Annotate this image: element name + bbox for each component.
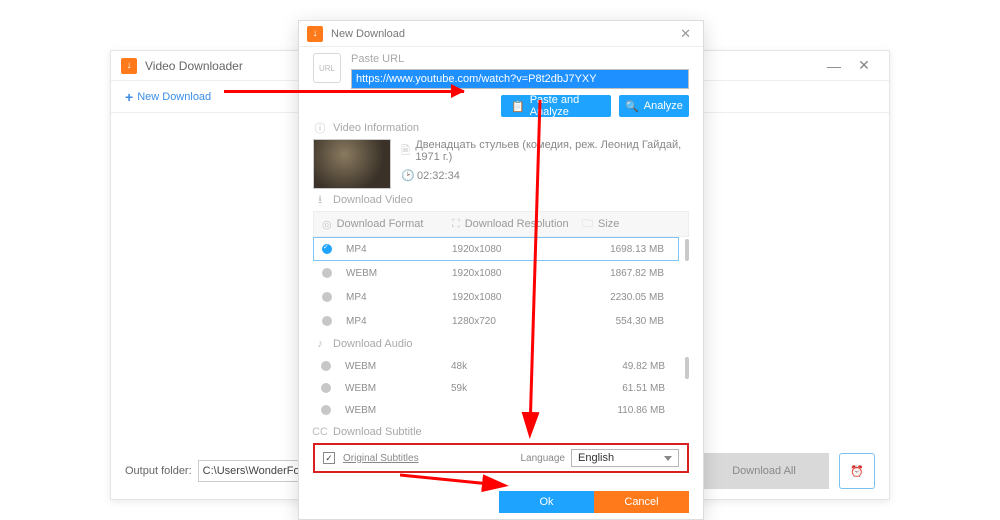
- modal-close-button[interactable]: ✕: [676, 26, 695, 42]
- video-thumbnail: Двенадцать стульев: [313, 139, 391, 189]
- ok-button[interactable]: Ok: [499, 491, 594, 513]
- download-subtitle-label: Download Subtitle: [333, 426, 422, 438]
- format-cell: MP4: [346, 292, 452, 303]
- cc-icon: CC: [313, 425, 327, 439]
- minimize-button[interactable]: —: [819, 58, 849, 74]
- size-cell: 2230.05 MB: [582, 292, 670, 303]
- size-cell: 1867.82 MB: [582, 268, 670, 279]
- video-info-row: Двенадцать стульев 🗎Двенадцать стульев (…: [313, 139, 689, 189]
- size-cell: 1698.13 MB: [582, 244, 670, 255]
- radio-icon: [322, 292, 332, 302]
- paste-url-label: Paste URL: [351, 53, 404, 65]
- format-cell: WEBM: [345, 383, 451, 394]
- download-audio-label: Download Audio: [333, 338, 413, 350]
- url-file-icon: URL: [313, 53, 341, 83]
- download-video-label: Download Video: [333, 194, 413, 206]
- radio-icon: [322, 268, 332, 278]
- size-cell: 49.82 MB: [581, 361, 671, 372]
- duration-icon: 🕑: [401, 169, 417, 182]
- subtitle-row: ✓ Original Subtitles Language English: [313, 443, 689, 473]
- app-logo-icon: ↓: [121, 58, 137, 74]
- resolution-cell: 59k: [451, 383, 581, 394]
- video-option-row[interactable]: MP41280x720554.30 MB: [313, 309, 679, 333]
- info-icon: ⓘ: [313, 121, 327, 135]
- cancel-button[interactable]: Cancel: [594, 491, 689, 513]
- radio-icon: [321, 405, 331, 415]
- format-cell: WEBM: [346, 268, 452, 279]
- radio-icon: [321, 361, 331, 371]
- size-cell: 554.30 MB: [582, 316, 670, 327]
- original-subtitles-label[interactable]: Original Subtitles: [343, 453, 419, 464]
- language-label: Language: [521, 453, 566, 464]
- size-cell: 110.86 MB: [581, 405, 671, 416]
- paste-and-analyze-button[interactable]: 📋Paste and Analyze: [501, 95, 611, 117]
- audio-option-row[interactable]: WEBM48k49.82 MB: [313, 355, 679, 377]
- audio-options-list: WEBM48k49.82 MBWEBM59k61.51 MBWEBM110.86…: [313, 355, 679, 421]
- title-icon: 🗎: [401, 142, 415, 161]
- new-download-button[interactable]: + New Download: [125, 89, 211, 105]
- clock-icon: ⏰: [850, 465, 864, 478]
- radio-icon: [322, 316, 332, 326]
- download-audio-icon: ♪: [313, 337, 327, 351]
- modal-titlebar: ↓ New Download ✕: [299, 21, 703, 47]
- modal-footer: Ok Cancel: [299, 491, 703, 519]
- resolution-cell: 1920x1080: [452, 244, 582, 255]
- output-folder-label: Output folder:: [125, 465, 192, 477]
- url-row: URL Paste URL 📋Paste and Analyze 🔍Analyz…: [313, 53, 689, 117]
- resolution-cell: 1280x720: [452, 316, 582, 327]
- download-video-icon: ⭳: [313, 193, 327, 207]
- resolution-cell: 48k: [451, 361, 581, 372]
- new-download-label: New Download: [137, 91, 211, 103]
- radio-icon: [322, 244, 332, 254]
- analyze-button[interactable]: 🔍Analyze: [619, 95, 689, 117]
- modal-title: New Download: [331, 28, 676, 40]
- url-input[interactable]: [351, 69, 689, 89]
- audio-scrollbar[interactable]: [685, 357, 689, 379]
- language-select[interactable]: English: [571, 449, 679, 467]
- size-cell: 61.51 MB: [581, 383, 671, 394]
- radio-icon: [321, 383, 331, 393]
- plus-icon: +: [125, 89, 133, 105]
- size-icon: 🗀: [582, 215, 593, 234]
- audio-option-row[interactable]: WEBM 110.86 MB: [313, 399, 679, 421]
- modal-body: URL Paste URL 📋Paste and Analyze 🔍Analyz…: [299, 47, 703, 491]
- video-options-list: MP41920x10801698.13 MBWEBM1920x10801867.…: [313, 237, 679, 333]
- paste-icon: 📋: [511, 100, 525, 113]
- video-option-row[interactable]: MP41920x10802230.05 MB: [313, 285, 679, 309]
- format-cell: WEBM: [345, 405, 451, 416]
- resolution-cell: 1920x1080: [452, 292, 582, 303]
- video-duration: 02:32:34: [417, 170, 460, 182]
- schedule-button[interactable]: ⏰: [839, 453, 875, 489]
- video-option-row[interactable]: MP41920x10801698.13 MB: [313, 237, 679, 261]
- format-cell: MP4: [346, 244, 452, 255]
- search-icon: 🔍: [625, 100, 639, 113]
- new-download-modal: ↓ New Download ✕ URL Paste URL 📋Paste an…: [298, 20, 704, 520]
- format-icon: ◎: [322, 218, 332, 231]
- video-header-bar: ◎Download Format ⛶Download Resolution 🗀S…: [313, 211, 689, 237]
- original-subtitles-checkbox[interactable]: ✓: [323, 452, 335, 464]
- video-title: Двенадцать стульев (комедия, реж. Леонид…: [415, 139, 689, 163]
- video-scrollbar[interactable]: [685, 239, 689, 261]
- modal-logo-icon: ↓: [307, 26, 323, 42]
- format-cell: MP4: [346, 316, 452, 327]
- audio-option-row[interactable]: WEBM59k61.51 MB: [313, 377, 679, 399]
- download-all-button[interactable]: Download All: [699, 453, 829, 489]
- format-cell: WEBM: [345, 361, 451, 372]
- resolution-cell: 1920x1080: [452, 268, 582, 279]
- resolution-icon: ⛶: [452, 218, 460, 231]
- video-option-row[interactable]: WEBM1920x10801867.82 MB: [313, 261, 679, 285]
- video-information-label: Video Information: [333, 122, 419, 134]
- close-button[interactable]: ✕: [849, 57, 879, 74]
